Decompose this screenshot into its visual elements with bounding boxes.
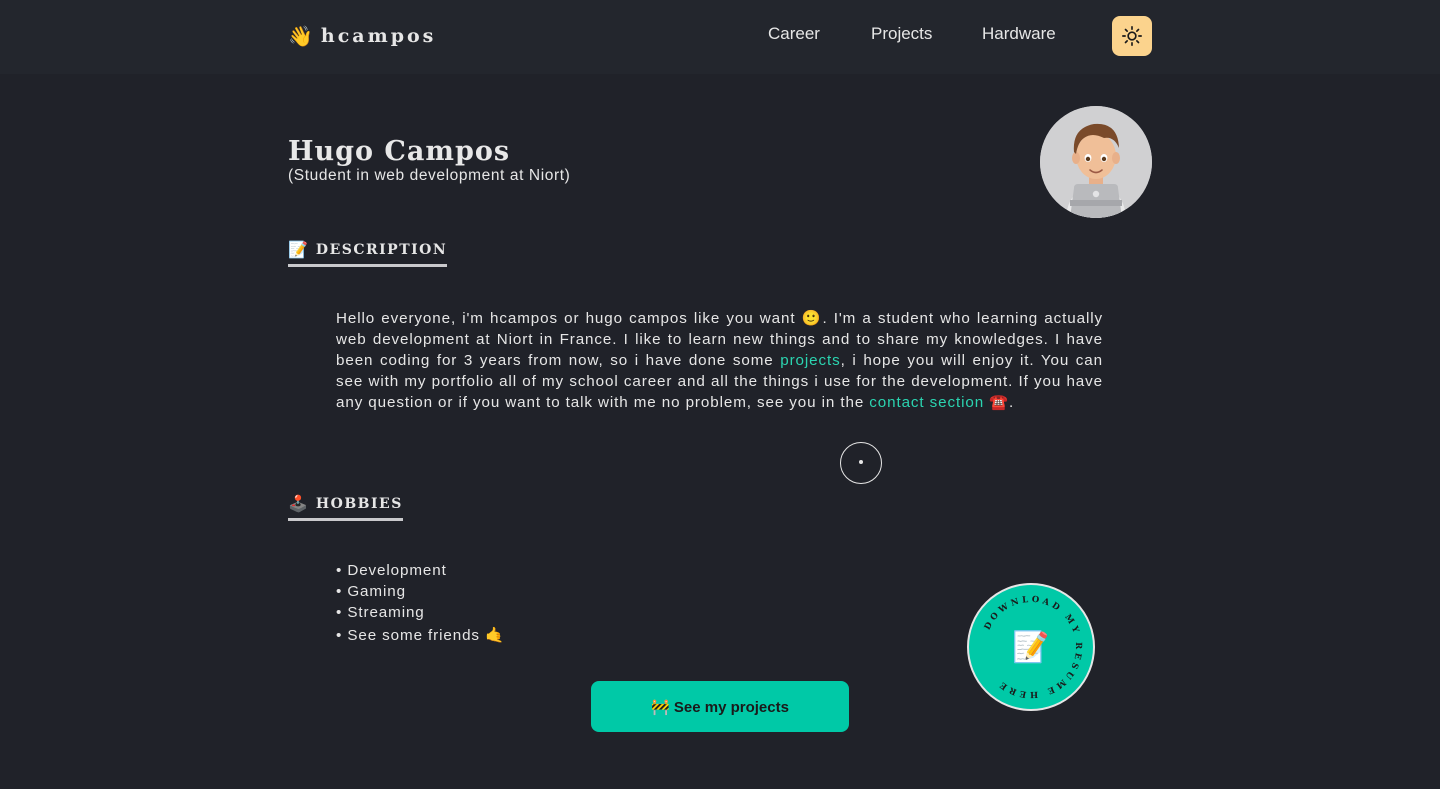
contact-section-link[interactable]: contact section: [869, 394, 984, 411]
cursor-dot: [859, 460, 863, 464]
sun-icon: [1122, 26, 1142, 46]
home-logo-link[interactable]: 👋 hcampos: [288, 22, 436, 50]
theme-toggle-button[interactable]: [1112, 16, 1152, 56]
description-text: Hello everyone, i'm hcampos or hugo camp…: [336, 308, 1103, 413]
telephone-icon: ☎️: [984, 394, 1010, 411]
nav-link-hardware[interactable]: Hardware: [982, 24, 1056, 44]
list-item: • Streaming: [336, 604, 425, 621]
page-subtitle: (Student in web development at Niort): [288, 167, 571, 184]
see-my-projects-button[interactable]: 🚧 See my projects: [591, 681, 849, 732]
memoji-avatar-image: [1040, 106, 1152, 218]
list-item: • See some friends 🤙: [336, 627, 505, 644]
projects-link[interactable]: projects: [780, 352, 840, 369]
list-item: • Gaming: [336, 583, 406, 600]
joystick-icon: 🕹️: [288, 494, 308, 513]
description-text-part-3: .: [1009, 394, 1015, 411]
description-heading-label: DESCRIPTION: [315, 241, 448, 258]
nav-link-career[interactable]: Career: [768, 24, 820, 44]
logo-text: hcampos: [320, 25, 437, 47]
memo-icon: 📝: [288, 240, 308, 259]
description-heading: 📝 DESCRIPTION: [288, 237, 448, 267]
hobbies-list: • Development • Gaming • Streaming • See…: [336, 560, 505, 646]
nav-link-projects[interactable]: Projects: [871, 24, 932, 44]
avatar: [1040, 106, 1152, 218]
hobbies-heading-label: HOBBIES: [315, 495, 403, 512]
download-resume-button[interactable]: DOWNLOAD MY RESUME HERE 📝: [967, 583, 1095, 711]
page-title: Hugo Campos: [288, 136, 511, 167]
memo-icon: 📝: [1012, 630, 1050, 664]
wave-icon: 👋: [288, 24, 313, 48]
list-item: • Development: [336, 562, 447, 579]
navbar: 👋 hcampos Career Projects Hardware: [0, 0, 1440, 74]
hobbies-heading: 🕹️ HOBBIES: [288, 491, 403, 521]
